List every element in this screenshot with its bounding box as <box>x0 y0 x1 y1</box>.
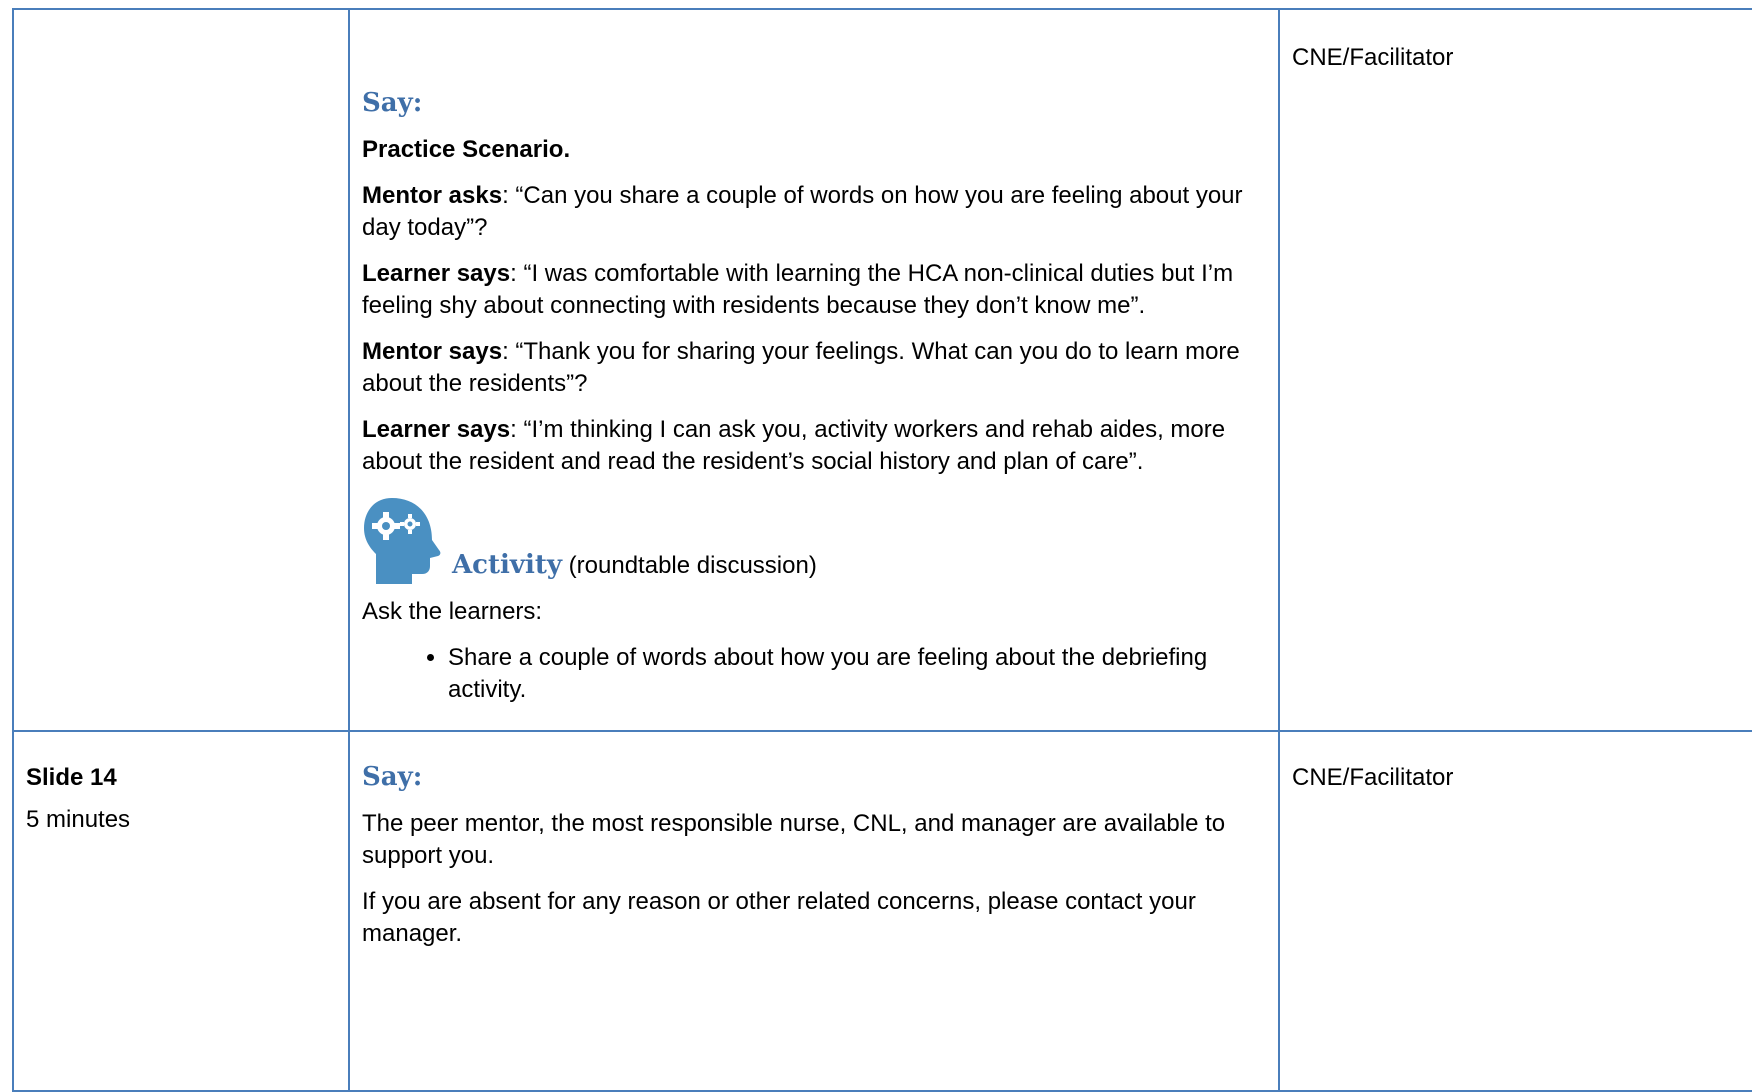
duration: 5 minutes <box>26 806 131 833</box>
scenario-title: Practice Scenario. <box>362 136 571 163</box>
activity-subtitle: (roundtable discussion) <box>568 552 817 579</box>
responsible-cell: CNE/Facilitator <box>1278 730 1752 1092</box>
activity-title: Activity <box>452 550 562 580</box>
responsible-cell: CNE/Facilitator <box>1278 8 1752 732</box>
table-row: Slide 14 5 minutes Say: The peer mentor,… <box>12 730 1752 1092</box>
exchange-paragraph: Learner says: “I’m thinking I can ask yo… <box>362 416 1226 475</box>
ask-text: Ask the learners: <box>362 598 543 625</box>
responsible-text: CNE/Facilitator <box>1292 764 1454 791</box>
slide-cell <box>12 8 350 732</box>
content-paragraph: The peer mentor, the most responsible nu… <box>362 810 1226 869</box>
table-row: Say: Practice Scenario. Mentor asks: “Ca… <box>12 8 1752 732</box>
exchange-paragraph: Learner says: “I was comfortable with le… <box>362 260 1234 319</box>
say-heading: Say: <box>362 762 423 792</box>
content-cell: Say: The peer mentor, the most responsib… <box>348 730 1280 1092</box>
slide-number: Slide 14 <box>26 764 117 791</box>
list-item: Share a couple of words about how you ar… <box>448 642 1250 706</box>
lesson-plan-table: Say: Practice Scenario. Mentor asks: “Ca… <box>12 8 1752 1092</box>
content-cell: Say: Practice Scenario. Mentor asks: “Ca… <box>348 8 1280 732</box>
exchange-paragraph: Mentor asks: “Can you share a couple of … <box>362 182 1243 241</box>
say-heading: Say: <box>362 88 423 118</box>
activity-label: Activity (roundtable discussion) <box>452 550 817 580</box>
bullet-list: Share a couple of words about how you ar… <box>362 642 1250 706</box>
responsible-text: CNE/Facilitator <box>1292 44 1454 71</box>
activity-block: Activity (roundtable discussion) <box>362 488 1250 584</box>
head-gears-icon <box>364 498 441 584</box>
slide-cell: Slide 14 5 minutes <box>12 730 350 1092</box>
content-paragraph: If you are absent for any reason or othe… <box>362 888 1196 947</box>
exchange-paragraph: Mentor says: “Thank you for sharing your… <box>362 338 1240 397</box>
